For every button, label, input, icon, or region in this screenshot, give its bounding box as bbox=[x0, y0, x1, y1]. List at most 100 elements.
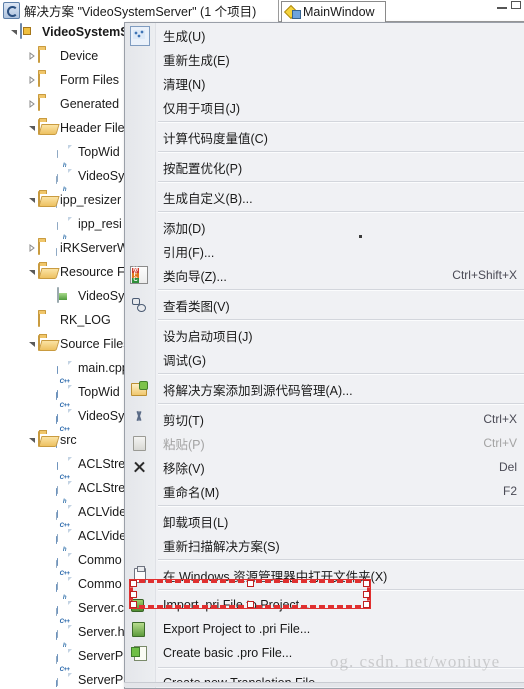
menu-item-移除[interactable]: 移除(V) Del bbox=[125, 455, 524, 479]
menu-item-调试[interactable]: 调试(G) bbox=[125, 347, 524, 371]
menu-item-label: 粘贴(P) bbox=[163, 437, 205, 452]
folder-closed-icon bbox=[38, 238, 55, 257]
menu-item-生成自定义[interactable]: 生成自定义(B)... bbox=[125, 185, 524, 209]
chevron-down-icon[interactable] bbox=[26, 332, 38, 356]
menu-item-剪切[interactable]: 剪切(T) Ctrl+X bbox=[125, 407, 524, 431]
menu-item-label: 剪切(T) bbox=[163, 413, 204, 428]
menu-separator bbox=[158, 319, 524, 321]
tree-item-label: TopWid bbox=[78, 385, 120, 399]
tab-mainwindow-label: MainWindow bbox=[303, 5, 375, 19]
folder-open-icon bbox=[38, 190, 55, 209]
menu-item-label: 重新生成(E) bbox=[163, 53, 230, 68]
menu-item-label: 查看类图(V) bbox=[163, 299, 230, 314]
header-file-icon: h bbox=[56, 168, 73, 208]
tree-item-label: Header File bbox=[60, 121, 125, 135]
menu-separator bbox=[158, 559, 524, 561]
chevron-down-icon[interactable] bbox=[26, 116, 38, 140]
chevron-right-icon[interactable] bbox=[26, 68, 38, 92]
tree-item-label: ipp_resizer bbox=[60, 193, 122, 207]
menu-item-类向导[interactable]: M F C 类向导(Z)... Ctrl+Shift+X bbox=[125, 263, 524, 287]
menu-separator bbox=[158, 373, 524, 375]
tree-item-label: ACLVide bbox=[78, 529, 127, 543]
menu-item-设为启动项目[interactable]: 设为启动项目(J) bbox=[125, 323, 524, 347]
cpp-file-icon: C++ bbox=[56, 456, 73, 496]
header-file-icon: h bbox=[56, 144, 73, 184]
menu-item-添加[interactable]: 添加(D) bbox=[125, 215, 524, 239]
menu-item-重新生成[interactable]: 重新生成(E) bbox=[125, 47, 524, 71]
chevron-right-icon[interactable] bbox=[26, 44, 38, 68]
menu-item-引用[interactable]: 引用(F)... bbox=[125, 239, 524, 263]
window-minimize-restore-buttons[interactable] bbox=[497, 0, 521, 9]
remove-icon bbox=[130, 458, 148, 476]
menu-item-label: 设为启动项目(J) bbox=[163, 329, 253, 344]
menu-item-将解决方案添加到源代码管理[interactable]: 将解决方案添加到源代码管理(A)... bbox=[125, 377, 524, 401]
solution-title-row[interactable]: 解决方案 "VideoSystemServer" (1 个项目) bbox=[0, 0, 300, 20]
menu-item-label: Create basic .pro File... bbox=[163, 646, 293, 660]
project-context-menu[interactable]: 生成(U) 重新生成(E) 清理(N) 仅用于项目(J) 计算代码度量值(C) 按配置优化… bbox=[124, 22, 524, 689]
cpp-file-icon: C++ bbox=[56, 408, 73, 448]
menu-item-label: 类向导(Z)... bbox=[163, 269, 227, 284]
solution-icon bbox=[3, 1, 20, 19]
tree-item-label: ServerPr bbox=[78, 649, 128, 663]
tree-item-label: Source Files bbox=[60, 337, 130, 351]
solution-title-label: 解决方案 "VideoSystemServer" (1 个项目) bbox=[24, 4, 257, 19]
tree-item-label: src bbox=[60, 433, 77, 447]
menu-item-shortcut: Ctrl+V bbox=[483, 436, 517, 450]
tree-item-label: VideoSystemS bbox=[42, 25, 129, 39]
menu-separator bbox=[158, 505, 524, 507]
mouse-cursor bbox=[359, 235, 362, 238]
menu-item-create-basic-pro-file[interactable]: Create basic .pro File... bbox=[125, 641, 524, 665]
editor-tab-strip[interactable]: MainWindow bbox=[278, 0, 524, 22]
resource-file-icon bbox=[56, 286, 73, 305]
add-source-control-icon bbox=[130, 380, 148, 398]
menu-item-shortcut: Ctrl+Shift+X bbox=[452, 268, 517, 282]
menu-item-shortcut: Ctrl+X bbox=[483, 412, 517, 426]
menu-item-重命名[interactable]: 重命名(M) F2 bbox=[125, 479, 524, 503]
menu-item-重新扫描解决方案[interactable]: 重新扫描解决方案(S) bbox=[125, 533, 524, 557]
menu-item-计算代码度量值[interactable]: 计算代码度量值(C) bbox=[125, 125, 524, 149]
header-file-icon: h bbox=[56, 480, 73, 520]
menu-item-在-windows-资源管理器中打开文件夹[interactable]: 在 Windows 资源管理器中打开文件夹(X) bbox=[125, 563, 524, 587]
tab-mainwindow[interactable]: MainWindow bbox=[281, 1, 386, 22]
menu-item-export-project-to-pri-file[interactable]: Export Project to .pri File... bbox=[125, 617, 524, 641]
tree-item-label: ACLVide bbox=[78, 505, 127, 519]
tree-item-label: ServerPr bbox=[78, 673, 128, 687]
tree-item-label: ipp_resi bbox=[78, 217, 122, 231]
tree-item-label: Generated bbox=[60, 97, 120, 111]
chevron-down-icon[interactable] bbox=[26, 260, 38, 284]
tree-item-label: TopWid bbox=[78, 145, 120, 159]
menu-item-查看类图[interactable]: 查看类图(V) bbox=[125, 293, 524, 317]
context-menu-items[interactable]: 生成(U) 重新生成(E) 清理(N) 仅用于项目(J) 计算代码度量值(C) 按配置优化… bbox=[125, 23, 524, 688]
menu-item-import-pri-file-to-project[interactable]: Import .pri File to Project... bbox=[125, 593, 524, 617]
menu-item-仅用于项目[interactable]: 仅用于项目(J) bbox=[125, 95, 524, 119]
paste-icon bbox=[130, 434, 148, 452]
menu-item-清理[interactable]: 清理(N) bbox=[125, 71, 524, 95]
menu-item-卸载项目[interactable]: 卸载项目(L) bbox=[125, 509, 524, 533]
menu-item-生成[interactable]: 生成(U) bbox=[125, 23, 524, 47]
chevron-right-icon[interactable] bbox=[26, 92, 38, 116]
menu-item-label: 移除(V) bbox=[163, 461, 205, 476]
menu-item-label: 生成(U) bbox=[163, 29, 206, 44]
menu-item-label: 按配置优化(P) bbox=[163, 161, 243, 176]
tree-item-label: Server.h bbox=[78, 625, 125, 639]
menu-item-shortcut: Del bbox=[498, 460, 517, 474]
menu-item-按配置优化[interactable]: 按配置优化(P) bbox=[125, 155, 524, 179]
menu-item-label: 添加(D) bbox=[163, 221, 206, 236]
tree-item-label: Resource Fi bbox=[60, 265, 128, 279]
menu-separator bbox=[158, 211, 524, 213]
tree-item-label: Device bbox=[60, 49, 99, 63]
menu-item-label: Export Project to .pri File... bbox=[163, 622, 311, 636]
chevron-down-icon[interactable] bbox=[26, 188, 38, 212]
chevron-down-icon[interactable] bbox=[26, 428, 38, 452]
chevron-down-icon[interactable] bbox=[8, 20, 20, 44]
folder-closed-icon bbox=[38, 46, 55, 65]
chevron-right-icon[interactable] bbox=[26, 236, 38, 260]
